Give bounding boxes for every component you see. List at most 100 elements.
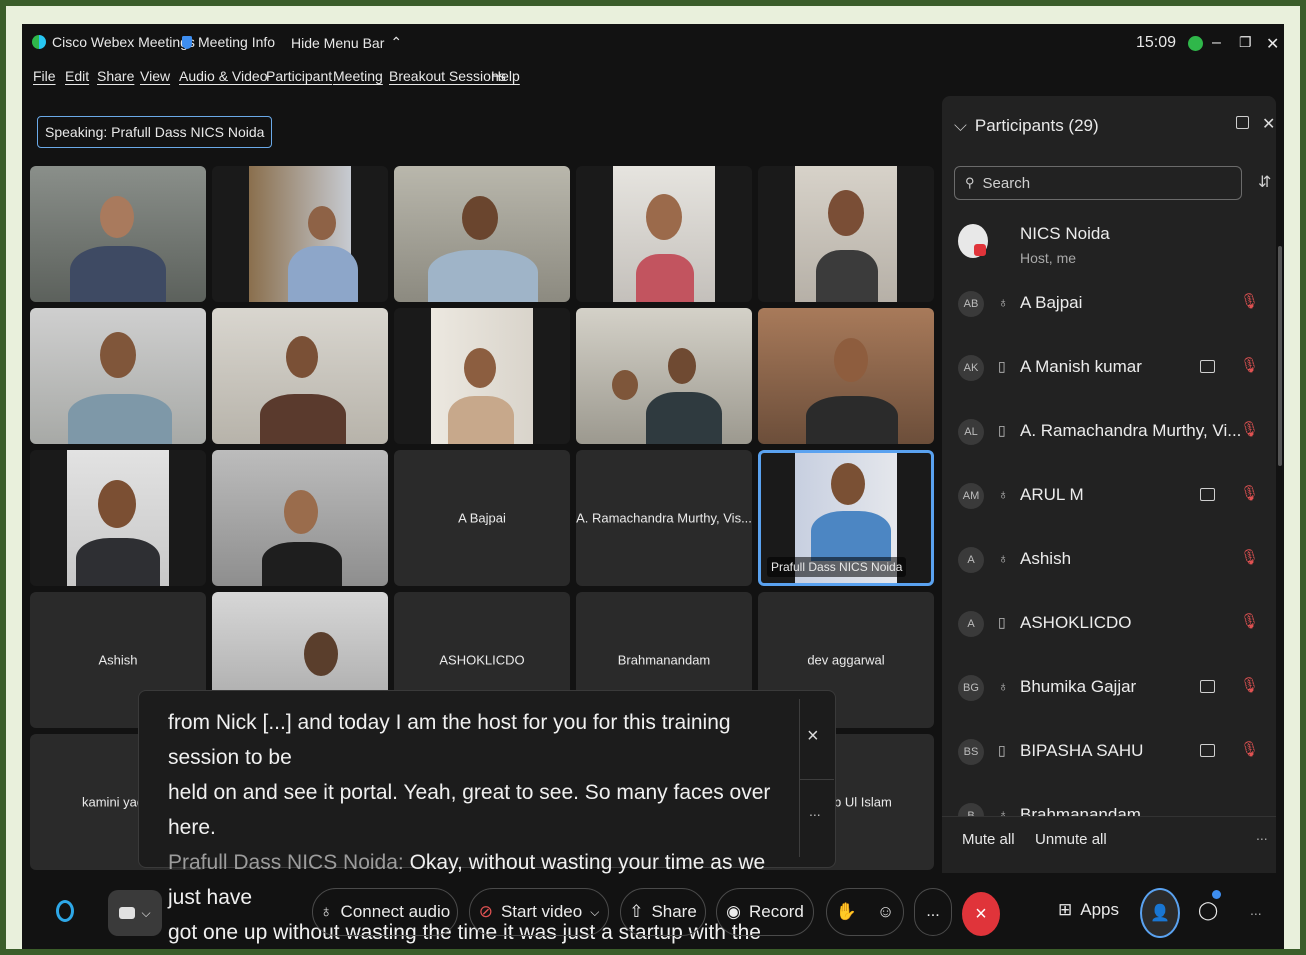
- video-tile[interactable]: [758, 308, 934, 444]
- participant-item[interactable]: BS ▯ BIPASHA SAHU 🎙︎: [954, 730, 1260, 774]
- close-panel-button[interactable]: ✕: [1262, 114, 1275, 134]
- phone-icon: ▯: [998, 422, 1006, 438]
- video-tile[interactable]: [394, 166, 570, 302]
- avatar: A: [958, 611, 984, 637]
- participant-name: Bhumika Gajjar: [1020, 677, 1137, 696]
- apps-icon: ⊞: [1058, 900, 1073, 919]
- menu-audio-video[interactable]: Audio & Video: [179, 68, 267, 84]
- active-speaker-tile[interactable]: Prafull Dass NICS Noida: [758, 450, 934, 586]
- chat-button[interactable]: ◯: [1198, 890, 1221, 921]
- popout-icon[interactable]: [1236, 116, 1249, 129]
- leave-meeting-button[interactable]: ×: [962, 892, 1000, 936]
- menu-share[interactable]: Share: [97, 68, 134, 84]
- participants-toggle-button[interactable]: 👤: [1140, 888, 1180, 938]
- captions-button[interactable]: ⌵: [108, 890, 162, 936]
- notification-dot: [1212, 890, 1221, 899]
- chevron-down-icon: ⌵: [590, 904, 600, 919]
- overflow-button[interactable]: ...: [1250, 902, 1262, 918]
- search-input[interactable]: Search: [983, 175, 1031, 192]
- share-button[interactable]: ⇧ Share: [620, 888, 706, 936]
- tile-name: dev aggarwal: [807, 652, 885, 668]
- video-tile[interactable]: [212, 308, 388, 444]
- participants-scrollbar[interactable]: [1278, 246, 1282, 466]
- menu-help[interactable]: Help: [491, 68, 520, 84]
- camera-icon: [1200, 360, 1215, 373]
- close-button[interactable]: ✕: [1266, 34, 1279, 54]
- menu-breakout-sessions[interactable]: Breakout Sessions: [389, 68, 506, 84]
- menu-edit[interactable]: Edit: [65, 68, 89, 84]
- participant-item[interactable]: AB ♁ A Bajpai 🎙︎: [954, 282, 1260, 326]
- muted-mic-icon[interactable]: 🎙︎: [1240, 484, 1259, 502]
- search-field[interactable]: ⚲ Search: [954, 166, 1242, 200]
- apps-button[interactable]: ⊞ Apps: [1058, 900, 1119, 920]
- participant-item[interactable]: AL ▯ A. Ramachandra Murthy, Vi... 🎙︎: [954, 410, 1260, 454]
- webex-assistant-icon[interactable]: [56, 900, 74, 922]
- muted-mic-icon[interactable]: 🎙︎: [1240, 420, 1259, 438]
- shield-icon: [182, 35, 192, 49]
- caption-line: from Nick [...] and today I am the host …: [168, 711, 731, 769]
- control-bar: ⌵ ♁ Connect audio ⊘ Start video ⌵ ⇧ Shar…: [22, 884, 1284, 944]
- participant-item[interactable]: A ▯ ASHOKLICDO 🎙︎: [954, 602, 1260, 646]
- participant-tile-ramachandra[interactable]: A. Ramachandra Murthy, Vis...: [576, 450, 752, 586]
- muted-mic-icon[interactable]: 🎙︎: [1240, 292, 1259, 310]
- participant-item[interactable]: AM ♁ ARUL M 🎙︎: [954, 474, 1260, 518]
- video-tile[interactable]: [212, 166, 388, 302]
- connect-audio-button[interactable]: ♁ Connect audio: [312, 888, 458, 936]
- record-icon: ◉: [726, 902, 742, 921]
- participant-item[interactable]: A ♁ Ashish 🎙︎: [954, 538, 1260, 582]
- muted-mic-icon[interactable]: 🎙︎: [1240, 740, 1259, 758]
- panel-footer: Mute all Unmute all ...: [942, 816, 1276, 873]
- camera-icon: [1200, 488, 1215, 501]
- muted-mic-icon[interactable]: 🎙︎: [1240, 676, 1259, 694]
- menu-file[interactable]: File: [33, 68, 56, 84]
- reaction-icon[interactable]: ☺: [877, 902, 894, 922]
- hide-menu-label: Hide Menu Bar: [291, 34, 385, 51]
- video-tile[interactable]: [30, 166, 206, 302]
- muted-mic-icon[interactable]: 🎙︎: [1240, 548, 1259, 566]
- avatar: AL: [958, 419, 984, 445]
- minimize-icon: –: [1212, 34, 1221, 51]
- mute-all-button[interactable]: Mute all: [962, 831, 1015, 848]
- chat-icon: ◯: [1198, 900, 1219, 920]
- host-item[interactable]: NICS Noida Host, me: [954, 214, 1260, 268]
- sort-icon[interactable]: ⇵: [1258, 172, 1271, 192]
- video-tile[interactable]: [30, 450, 206, 586]
- menu-meeting[interactable]: Meeting: [333, 68, 383, 84]
- more-options-button[interactable]: ...: [914, 888, 952, 936]
- headset-icon: ♁: [319, 902, 333, 921]
- minimize-button[interactable]: –: [1212, 34, 1221, 52]
- video-tile[interactable]: [576, 166, 752, 302]
- tile-name: ASHOKLICDO: [439, 652, 525, 668]
- unmute-all-button[interactable]: Unmute all: [1035, 831, 1107, 848]
- menu-view[interactable]: View: [140, 68, 170, 84]
- chevron-down-icon[interactable]: ⌵: [954, 116, 967, 136]
- host-name: NICS Noida: [1020, 224, 1110, 243]
- video-tile[interactable]: [212, 450, 388, 586]
- video-tile[interactable]: [30, 308, 206, 444]
- meeting-info-label: Meeting Info: [198, 34, 276, 50]
- participant-name: A Bajpai: [1020, 293, 1083, 312]
- restore-button[interactable]: ❐: [1239, 34, 1252, 51]
- participant-name: BIPASHA SAHU: [1020, 741, 1144, 760]
- participant-item[interactable]: B ♁ Brahmanandam: [954, 794, 1260, 816]
- record-button[interactable]: ◉ Record: [716, 888, 814, 936]
- panel-more-button[interactable]: ...: [1256, 827, 1268, 843]
- caption-more-button[interactable]: ...: [809, 803, 821, 819]
- close-caption-button[interactable]: ×: [807, 725, 819, 748]
- menu-participant[interactable]: Participant: [266, 68, 332, 84]
- webex-window: Cisco Webex Meetings Meeting Info Hide M…: [22, 24, 1284, 949]
- video-tile[interactable]: [576, 308, 752, 444]
- muted-mic-icon[interactable]: 🎙︎: [1240, 356, 1259, 374]
- meeting-info-button[interactable]: Meeting Info: [182, 34, 275, 50]
- video-tile[interactable]: [758, 166, 934, 302]
- participant-item[interactable]: BG ♁ Bhumika Gajjar 🎙︎: [954, 666, 1260, 710]
- muted-mic-icon[interactable]: 🎙︎: [1240, 612, 1259, 630]
- apps-label: Apps: [1080, 900, 1119, 919]
- video-tile[interactable]: [394, 308, 570, 444]
- participant-tile-a-bajpai[interactable]: A Bajpai: [394, 450, 570, 586]
- hide-menu-bar-button[interactable]: Hide Menu Bar ⌃: [291, 34, 402, 51]
- avatar: AK: [958, 355, 984, 381]
- raise-hand-icon[interactable]: ✋: [836, 902, 857, 922]
- participant-item[interactable]: AK ▯ A Manish kumar 🎙︎: [954, 346, 1260, 390]
- start-video-button[interactable]: ⊘ Start video ⌵: [469, 888, 609, 936]
